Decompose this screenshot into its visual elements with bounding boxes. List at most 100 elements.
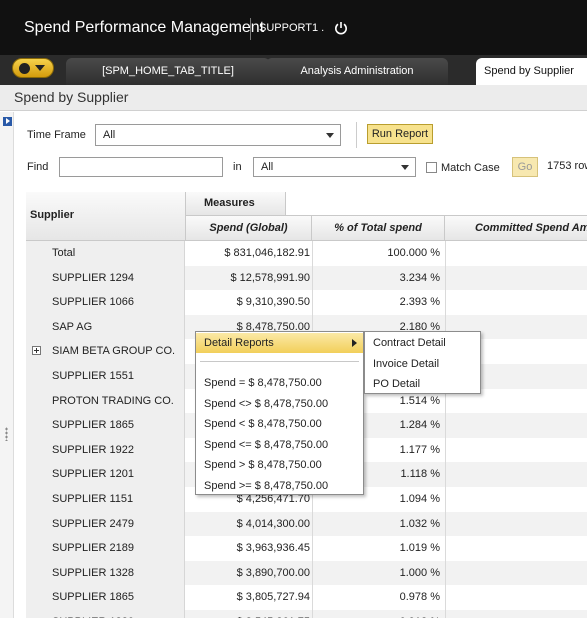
time-frame-label: Time Frame xyxy=(27,129,86,141)
left-panel-strip xyxy=(0,112,14,618)
power-icon[interactable] xyxy=(333,20,349,36)
menu-item-label: Spend <> $ 8,478,750.00 xyxy=(204,397,329,410)
menu-item-spend-not-equal[interactable]: Spend <> $ 8,478,750.00 xyxy=(196,394,363,414)
find-in-select[interactable]: All xyxy=(253,157,416,177)
menu-item-spend-less[interactable]: Spend < $ 8,478,750.00 xyxy=(196,414,363,434)
supplier-cell[interactable]: SUPPLIER 2189 xyxy=(26,536,185,561)
pct-cell: 2.393 % xyxy=(399,296,440,309)
pct-cell: 0.978 % xyxy=(399,591,440,604)
menu-item-spend-equal[interactable]: Spend = $ 8,478,750.00 xyxy=(196,373,363,393)
time-frame-value: All xyxy=(103,129,116,141)
measures-header[interactable]: Measures xyxy=(186,192,286,216)
menu-item-label: Spend > $ 8,478,750.00 xyxy=(204,459,322,471)
context-menu: Detail Reports Spend = $ 8,478,750.00 Sp… xyxy=(195,331,364,495)
supplier-cell[interactable]: SUPPLIER 1294 xyxy=(26,265,185,291)
supplier-name: SUPPLIER 2479 xyxy=(52,517,134,530)
filter-separator xyxy=(356,122,357,148)
pct-total-spend-column-header[interactable]: % of Total spend xyxy=(312,216,445,241)
chevron-down-icon xyxy=(326,133,334,138)
supplier-cell[interactable]: SUPPLIER 1865 xyxy=(26,585,185,610)
menu-item-spend-greater[interactable]: Spend > $ 8,478,750.00 xyxy=(196,455,363,475)
spend-cell: $ 12,578,991.90 xyxy=(230,271,310,284)
supplier-header-label: Supplier xyxy=(30,209,75,221)
menu-item-spend-less-equal[interactable]: Spend <= $ 8,478,750.00 xyxy=(196,435,363,455)
tab-home[interactable]: [SPM_HOME_TAB_TITLE] xyxy=(66,58,270,85)
time-frame-select[interactable]: All xyxy=(95,124,341,146)
supplier-cell[interactable]: SUPPLIER 1328 xyxy=(26,560,185,586)
menu-item-label: Spend = $ 8,478,750.00 xyxy=(204,377,322,389)
supplier-cell[interactable]: SUPPLIER 1551 xyxy=(26,364,185,389)
tab-analysis-administration[interactable]: Analysis Administration xyxy=(266,58,448,85)
home-menu-button[interactable] xyxy=(12,58,54,78)
menu-separator xyxy=(200,361,359,362)
header-separator xyxy=(250,18,251,40)
supplier-cell[interactable]: SIAM BETA GROUP CO. xyxy=(26,339,185,364)
detail-reports-submenu: Contract Detail Invoice Detail PO Detail xyxy=(364,331,481,394)
pct-cell: 1.019 % xyxy=(399,542,440,555)
match-case-checkbox[interactable] xyxy=(426,162,437,173)
spend-cell: $ 9,310,390.50 xyxy=(236,296,310,309)
expand-panel-icon[interactable] xyxy=(3,117,12,126)
spend-cell: $ 3,805,727.94 xyxy=(236,591,310,604)
supplier-name: SUPPLIER 1922 xyxy=(52,443,134,456)
spend-cell: $ 3,890,700.00 xyxy=(236,566,310,579)
total-row[interactable]: Total $ 831,046,182.91 100.000 % xyxy=(26,241,587,266)
table-row[interactable]: SUPPLIER 1830$ 3,545,261.750.912 % xyxy=(26,610,587,618)
menu-item-invoice-detail[interactable]: Invoice Detail xyxy=(365,354,480,374)
home-dot-icon xyxy=(19,63,30,74)
menu-item-label: PO Detail xyxy=(373,378,421,390)
expand-icon[interactable] xyxy=(32,346,41,356)
find-input[interactable] xyxy=(59,157,223,177)
spend-cell: $ 4,014,300.00 xyxy=(236,517,310,530)
tab-spend-by-supplier[interactable]: Spend by Supplier xyxy=(476,58,587,85)
row-count: 1753 row xyxy=(547,160,587,172)
menu-item-spend-greater-equal[interactable]: Spend >= $ 8,478,750.00 xyxy=(196,476,363,496)
table-row[interactable]: SUPPLIER 1294 $ 12,578,991.90 3.234 % xyxy=(26,265,587,291)
spend-cell: $ 831,046,182.91 xyxy=(224,247,310,259)
supplier-cell[interactable]: PROTON TRADING CO. xyxy=(26,388,185,414)
supplier-cell[interactable]: SUPPLIER 1066 xyxy=(26,290,185,315)
pct-cell: 3.234 % xyxy=(399,271,440,284)
supplier-column-header[interactable]: Supplier xyxy=(26,192,186,241)
spend-global-column-header[interactable]: Spend (Global) xyxy=(186,216,312,241)
table-row[interactable]: SUPPLIER 1865 $ 3,805,727.94 0.978 % xyxy=(26,585,587,610)
supplier-name: SUPPLIER 1201 xyxy=(52,468,134,481)
supplier-cell[interactable]: SAP AG xyxy=(26,314,185,340)
supplier-name: SUPPLIER 1066 xyxy=(52,296,134,309)
table-row[interactable]: SUPPLIER 2479 $ 4,014,300.00 1.032 % xyxy=(26,511,587,537)
go-button[interactable]: Go xyxy=(512,157,538,177)
menu-item-label: Spend <= $ 8,478,750.00 xyxy=(204,438,329,451)
table-row[interactable]: SUPPLIER 1066 $ 9,310,390.50 2.393 % xyxy=(26,290,587,315)
menu-item-label: Spend < $ 8,478,750.00 xyxy=(204,418,322,430)
measures-header-label: Measures xyxy=(204,197,255,209)
find-label: Find xyxy=(27,161,49,173)
supplier-cell[interactable]: Total xyxy=(26,241,185,266)
committed-spend-column-header[interactable]: Committed Spend Am xyxy=(445,216,587,241)
supplier-name: SUPPLIER 1328 xyxy=(52,566,134,579)
chevron-down-icon xyxy=(35,65,45,71)
supplier-cell[interactable]: SUPPLIER 1830 xyxy=(26,610,185,618)
menu-item-contract-detail[interactable]: Contract Detail xyxy=(365,333,480,353)
page-header: Spend by Supplier xyxy=(0,85,587,111)
supplier-name: SUPPLIER 1294 xyxy=(52,271,134,284)
supplier-cell[interactable]: SUPPLIER 1922 xyxy=(26,437,185,463)
menu-item-po-detail[interactable]: PO Detail xyxy=(365,374,480,394)
supplier-name: SUPPLIER 1865 xyxy=(52,591,134,604)
supplier-cell[interactable]: SUPPLIER 2479 xyxy=(26,511,185,537)
supplier-name: SIAM BETA GROUP CO. xyxy=(52,345,176,358)
menu-item-label: Spend >= $ 8,478,750.00 xyxy=(204,479,329,492)
supplier-name: SAP AG xyxy=(52,320,93,333)
table-row[interactable]: SUPPLIER 1328 $ 3,890,700.00 1.000 % xyxy=(26,560,587,586)
menu-item-detail-reports[interactable]: Detail Reports xyxy=(196,333,363,353)
resize-grip-icon[interactable] xyxy=(5,427,8,441)
table-row[interactable]: SUPPLIER 2189 $ 3,963,936.45 1.019 % xyxy=(26,536,587,561)
user-name[interactable]: SUPPORT1 . xyxy=(259,22,324,34)
chevron-down-icon xyxy=(401,165,409,170)
supplier-name: PROTON TRADING CO. xyxy=(52,394,174,407)
supplier-cell[interactable]: SUPPLIER 1151 xyxy=(26,487,185,512)
run-report-button[interactable]: Run Report xyxy=(367,124,433,144)
menu-item-label: Detail Reports xyxy=(204,337,274,349)
supplier-cell[interactable]: SUPPLIER 1201 xyxy=(26,462,185,487)
supplier-cell[interactable]: SUPPLIER 1865 xyxy=(26,413,185,438)
chevron-right-icon xyxy=(352,339,357,347)
